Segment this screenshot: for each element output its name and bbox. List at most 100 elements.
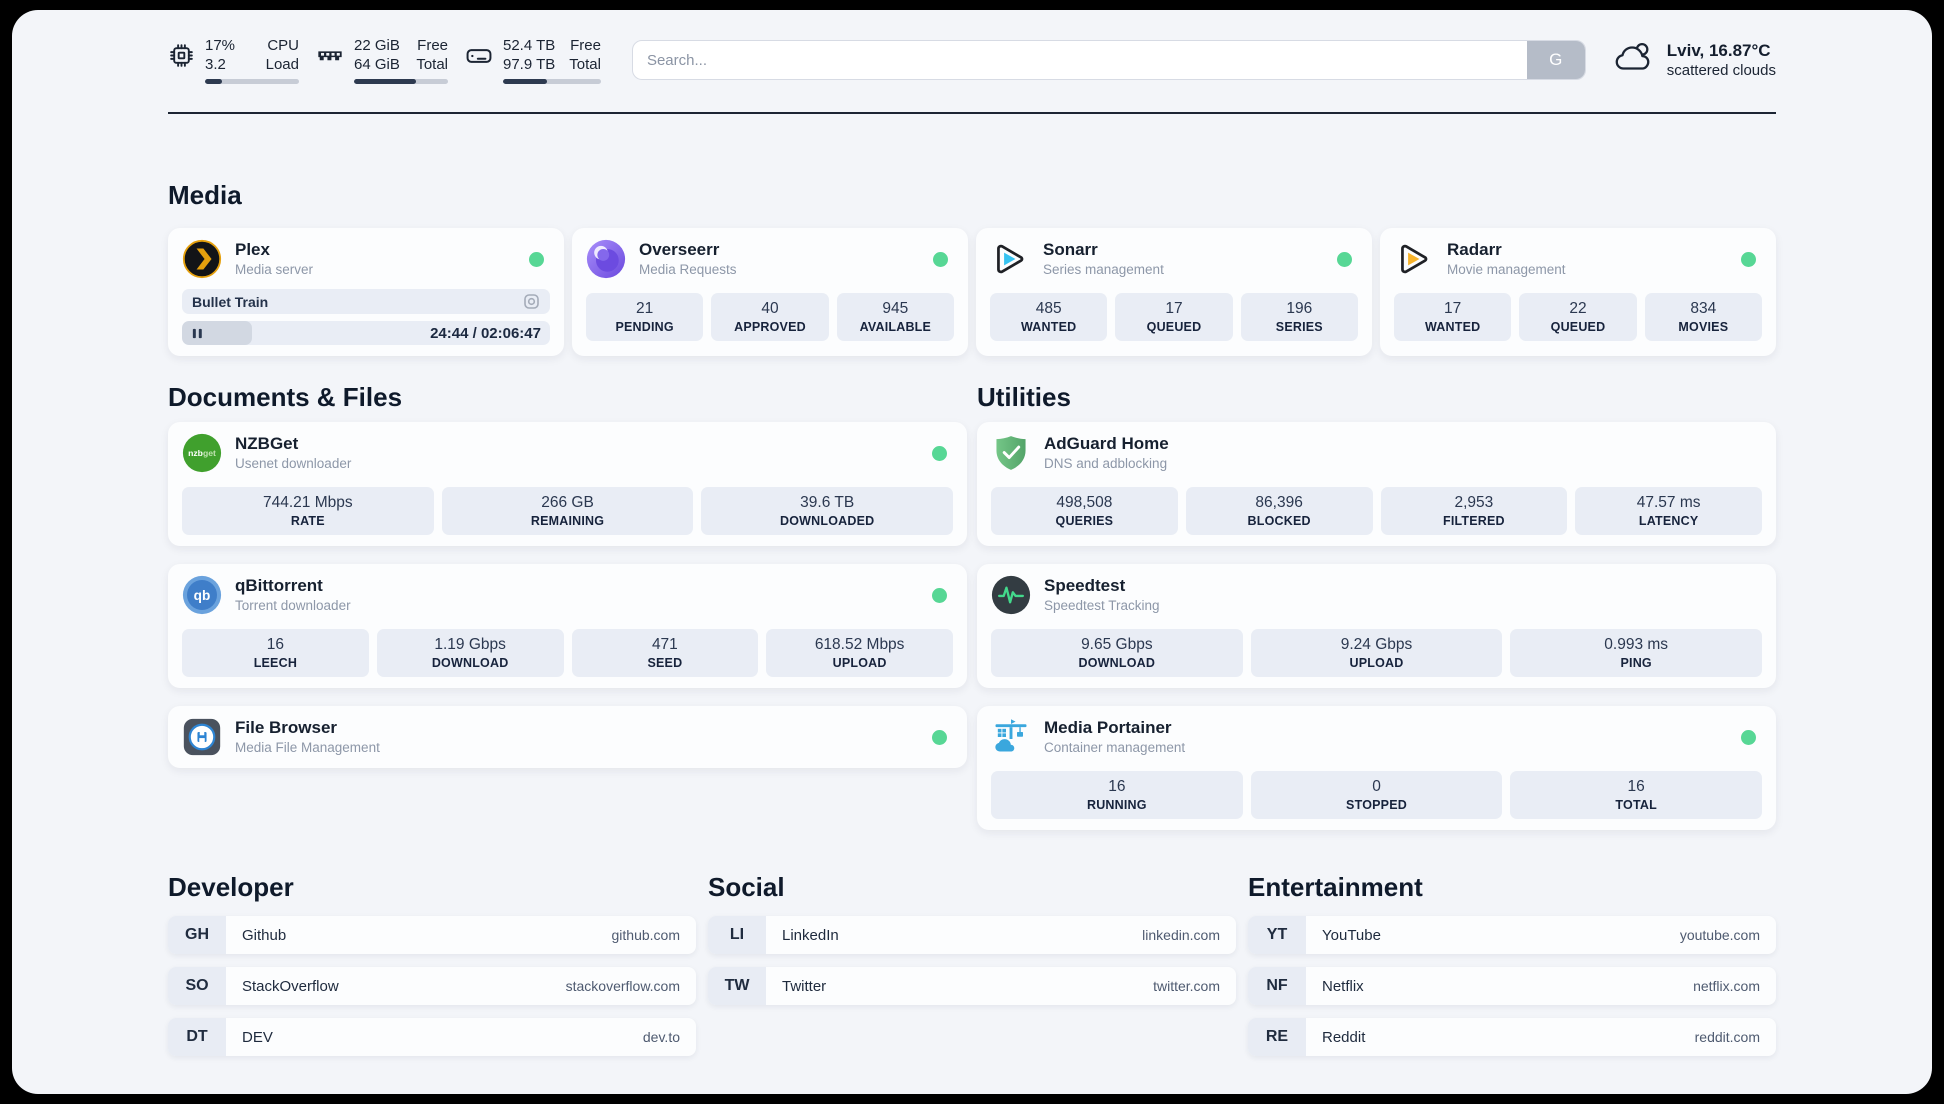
card-overseerr[interactable]: Overseerr Media Requests 21 PENDING 40 A…: [572, 228, 968, 356]
bookmark-name: Reddit: [1322, 1028, 1366, 1046]
playback-progress-row: 24:44 / 02:06:47: [182, 321, 550, 345]
stat-value: 834: [1690, 299, 1717, 317]
stat-label: QUEUED: [1550, 319, 1606, 334]
bookmark-abbr: SO: [168, 967, 226, 1005]
bookmark-name: DEV: [242, 1028, 273, 1046]
status-dot: [1337, 251, 1352, 267]
card-title: Overseerr: [639, 240, 720, 259]
overseerr-icon: [586, 239, 626, 279]
cpu-progress-bar: [205, 79, 299, 84]
bookmark-name: Github: [242, 926, 287, 944]
stat-tile: 498,508 QUERIES: [991, 487, 1178, 535]
stat-value: 9.24 Gbps: [1340, 635, 1413, 653]
bookmark-netflix[interactable]: NF Netflix netflix.com: [1248, 967, 1776, 1005]
stat-label: QUEUED: [1146, 319, 1202, 334]
stat-label: UPLOAD: [1349, 655, 1404, 670]
bookmark-github[interactable]: GH Github github.com: [168, 916, 696, 954]
disk-free-label: Free: [570, 37, 601, 54]
bookmark-reddit[interactable]: RE Reddit reddit.com: [1248, 1018, 1776, 1056]
cloud-icon: [1612, 37, 1654, 84]
stat-label: PENDING: [615, 319, 674, 334]
stat-label: TOTAL: [1615, 797, 1657, 812]
stat-tile: 945 AVAILABLE: [836, 293, 954, 341]
stat-value: 16: [1108, 777, 1126, 795]
stat-tile: 0 STOPPED: [1250, 771, 1503, 819]
card-plex[interactable]: Plex Media server Bullet Train 24:44 / 0…: [168, 228, 564, 356]
stat-label: WANTED: [1020, 319, 1077, 334]
card-nzbget[interactable]: nzbget NZBGet Usenet downloader 744.21 M…: [168, 422, 967, 546]
radarr-icon: [1394, 239, 1434, 279]
stat-tile: 196 SERIES: [1240, 293, 1358, 341]
bookmark-stackoverflow[interactable]: SO StackOverflow stackoverflow.com: [168, 967, 696, 1005]
bookmark-abbr: YT: [1248, 916, 1306, 954]
card-radarr[interactable]: Radarr Movie management 17 WANTED 22 QUE…: [1380, 228, 1776, 356]
adguard-icon: [991, 433, 1031, 473]
memory-free-value: 22 GiB: [354, 37, 400, 54]
bookmark-abbr: NF: [1248, 967, 1306, 1005]
card-subtitle: DNS and adblocking: [1044, 456, 1168, 471]
disk-icon: [465, 42, 493, 70]
search-input[interactable]: [631, 40, 1586, 80]
stat-label: DOWNLOAD: [431, 655, 509, 670]
card-title: Plex: [235, 240, 270, 259]
bookmark-twitter[interactable]: TW Twitter twitter.com: [708, 967, 1236, 1005]
memory-widget: 22 GiB Free 64 GiB Total: [316, 36, 448, 84]
bookmark-abbr: GH: [168, 916, 226, 954]
stat-tile: 2,953 FILTERED: [1380, 487, 1568, 535]
now-playing-title: Bullet Train: [192, 293, 269, 310]
stat-tile: 16 RUNNING: [991, 771, 1243, 819]
stat-tile: 39.6 TB DOWNLOADED: [701, 487, 954, 535]
bookmark-name: Netflix: [1322, 977, 1364, 995]
sonarr-icon: [990, 239, 1030, 279]
card-title: Sonarr: [1043, 240, 1098, 259]
card-qbittorrent[interactable]: qb qBittorrent Torrent downloader 16 LEE…: [168, 564, 967, 688]
cpu-icon: [168, 42, 195, 69]
stat-label: PING: [1620, 655, 1652, 670]
stat-value: 618.52 Mbps: [814, 635, 905, 653]
section-title-entertainment: Entertainment: [1248, 872, 1423, 902]
bookmark-url: twitter.com: [1153, 978, 1220, 994]
search-engine-button[interactable]: G: [1526, 41, 1585, 79]
card-portainer[interactable]: Media Portainer Container management 16 …: [977, 706, 1776, 830]
card-filebrowser[interactable]: File Browser Media File Management: [168, 706, 967, 768]
stat-value: 498,508: [1056, 493, 1113, 511]
section-title-social: Social: [708, 872, 785, 902]
bookmark-youtube[interactable]: YT YouTube youtube.com: [1248, 916, 1776, 954]
cpu-load-label: Load: [265, 56, 299, 73]
speedtest-icon: [991, 575, 1031, 615]
stat-value: 16: [266, 635, 284, 653]
bookmark-url: dev.to: [642, 1029, 680, 1045]
svg-text:qb: qb: [194, 588, 211, 603]
stat-tile: 16 LEECH: [182, 629, 369, 677]
card-sonarr[interactable]: Sonarr Series management 485 WANTED 17 Q…: [976, 228, 1372, 356]
stat-tile: 22 QUEUED: [1519, 293, 1637, 341]
bookmark-linkedin[interactable]: LI LinkedIn linkedin.com: [708, 916, 1236, 954]
bookmark-abbr: RE: [1248, 1018, 1306, 1056]
stat-tile: 485 WANTED: [990, 293, 1108, 341]
status-dot: [933, 251, 948, 267]
search-bar: G: [631, 40, 1586, 80]
cpu-widget: 17% CPU 3.2 Load: [168, 36, 299, 84]
plex-icon: [182, 239, 222, 279]
stat-value: 266 GB: [541, 493, 594, 511]
bookmark-abbr: DT: [168, 1018, 226, 1056]
status-dot: [1741, 251, 1756, 267]
weather-location-temp: Lviv, 16.87°C: [1666, 41, 1771, 60]
stat-value: 16: [1627, 777, 1645, 795]
card-title: qBittorrent: [235, 576, 323, 595]
bookmark-url: youtube.com: [1679, 927, 1760, 943]
header-divider: [168, 112, 1776, 114]
bookmark-dev[interactable]: DT DEV dev.to: [168, 1018, 696, 1056]
card-speedtest[interactable]: Speedtest Speedtest Tracking 9.65 Gbps D…: [977, 564, 1776, 688]
cpu-usage-label: CPU: [267, 37, 299, 54]
status-dot: [529, 251, 544, 267]
weather-widget: Lviv, 16.87°C scattered clouds: [1612, 37, 1776, 84]
stat-value: 86,396: [1255, 493, 1303, 511]
stat-tile: 618.52 Mbps UPLOAD: [766, 629, 953, 677]
stat-value: 0.993 ms: [1604, 635, 1669, 653]
card-adguard[interactable]: AdGuard Home DNS and adblocking 498,508 …: [977, 422, 1776, 546]
disk-total-value: 97.9 TB: [503, 56, 556, 73]
stat-value: 17: [1444, 299, 1462, 317]
stat-tile: 744.21 Mbps RATE: [182, 487, 434, 535]
stat-label: MOVIES: [1678, 319, 1729, 334]
